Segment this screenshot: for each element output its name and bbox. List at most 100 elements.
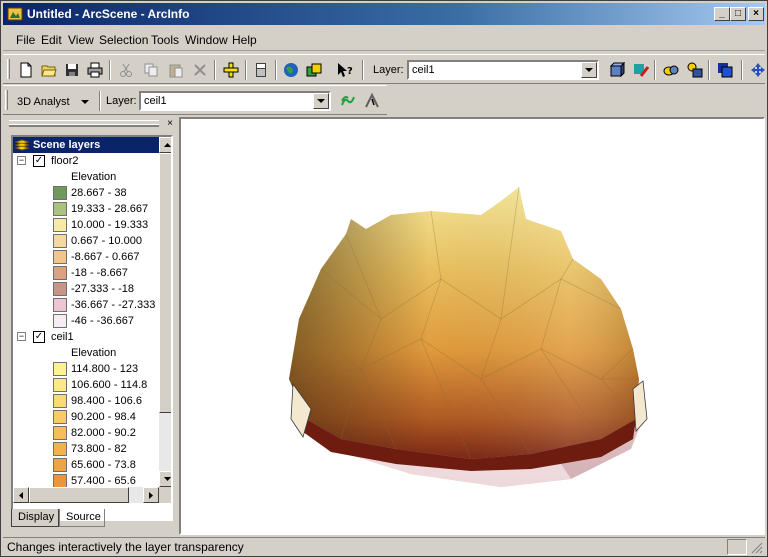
toc-horizontal-scrollbar[interactable] [13,487,159,503]
minimize-button[interactable]: _ [714,7,730,21]
toolbar-grip[interactable] [5,90,8,110]
legend-swatch[interactable] [53,426,67,440]
collapse-icon[interactable]: − [17,332,26,341]
analyst-layer-combobox[interactable]: ceil1 [139,91,331,111]
animation-button[interactable] [303,59,325,81]
legend-class-row[interactable]: 90.200 - 98.4 [13,409,159,425]
scroll-left-button[interactable] [13,487,29,503]
menu-help[interactable]: Help [232,33,257,47]
legend-swatch[interactable] [53,314,67,328]
title-bar[interactable]: Untitled - ArcScene - ArcInfo _ □ × [3,3,765,25]
scene-3d-view[interactable] [179,117,765,535]
layer-3d-properties-button[interactable] [606,59,628,81]
legend-swatch[interactable] [53,394,67,408]
save-button[interactable] [61,59,83,81]
open-button[interactable] [38,59,60,81]
scene-properties-button[interactable] [250,59,272,81]
panel-grip[interactable] [9,124,159,127]
layer-color-button[interactable] [630,59,652,81]
steepest-path-button[interactable] [361,90,383,112]
legend-swatch[interactable] [53,362,67,376]
paste-button[interactable] [165,59,187,81]
legend-swatch[interactable] [53,266,67,280]
legend-swatch[interactable] [53,458,67,472]
new-button[interactable] [15,59,37,81]
menu-tools[interactable]: Tools [151,33,179,47]
layer-name[interactable]: floor2 [51,155,79,167]
3d-analyst-menu-button[interactable]: 3D Analyst [11,92,95,112]
legend-class-row[interactable]: -36.667 - -27.333 [13,297,159,313]
scene-layers-root[interactable]: Scene layers [13,137,159,153]
resize-grip-icon[interactable] [751,542,763,554]
legend-swatch[interactable] [53,186,67,200]
tab-source[interactable]: Source [59,509,105,527]
legend-class-row[interactable]: -27.333 - -18 [13,281,159,297]
shading-button[interactable] [660,59,682,81]
cut-button[interactable] [115,59,137,81]
layer-row-floor2[interactable]: − ✓ floor2 [13,153,159,169]
copy-button[interactable] [140,59,162,81]
toc-vertical-scrollbar[interactable] [159,137,171,487]
legend-class-row[interactable]: 98.400 - 106.6 [13,393,159,409]
collapse-icon[interactable]: − [17,156,26,165]
add-data-button[interactable] [220,59,242,81]
legend-swatch[interactable] [53,282,67,296]
scroll-down-button[interactable] [159,471,171,487]
panel-close-button[interactable]: × [165,119,175,129]
scroll-thumb[interactable] [29,487,129,503]
close-button[interactable]: × [748,7,764,21]
legend-class-row[interactable]: 65.600 - 73.8 [13,457,159,473]
legend-swatch[interactable] [53,202,67,216]
legend-swatch[interactable] [53,474,67,488]
scroll-up-button[interactable] [159,137,171,153]
scroll-right-button[interactable] [143,487,159,503]
legend-class-row[interactable]: 0.667 - 10.000 [13,233,159,249]
legend-swatch[interactable] [53,378,67,392]
legend-class-row[interactable]: 82.000 - 90.2 [13,425,159,441]
navigate-button[interactable] [280,59,302,81]
legend-swatch[interactable] [53,442,67,456]
menu-selection[interactable]: Selection [99,33,148,47]
analyst-layer-label: Layer: [106,95,137,107]
legend-class-row[interactable]: -46 - -36.667 [13,313,159,329]
menu-file[interactable]: File [16,33,35,47]
legend-swatch[interactable] [53,410,67,424]
contour-button[interactable] [337,90,359,112]
chevron-up-icon [163,143,171,147]
layer-name[interactable]: ceil1 [51,331,74,343]
layer-transparency-button[interactable] [714,59,736,81]
legend-class-row[interactable]: 19.333 - 28.667 [13,201,159,217]
combobox-dropdown-button[interactable] [581,62,597,78]
scene-layers-tree: Scene layers − ✓ floor2 Elevation 28.667… [11,135,173,521]
delete-button[interactable] [189,59,211,81]
legend-class-row[interactable]: 28.667 - 38 [13,185,159,201]
legend-class-row[interactable]: 106.600 - 114.8 [13,377,159,393]
menu-edit[interactable]: Edit [41,33,62,47]
tab-display[interactable]: Display [11,509,59,527]
legend-swatch[interactable] [53,298,67,312]
arcscene-app-icon[interactable] [7,6,23,22]
menu-window[interactable]: Window [185,33,228,47]
legend-swatch[interactable] [53,234,67,248]
toolbar-grip[interactable] [7,59,10,79]
legend-swatch[interactable] [53,218,67,232]
layer-visibility-checkbox[interactable]: ✓ [33,155,45,167]
navigate-tool-button[interactable] [747,59,768,81]
legend-class-row[interactable]: -18 - -8.667 [13,265,159,281]
lighting-button[interactable] [684,59,706,81]
combobox-dropdown-button[interactable] [313,93,329,109]
legend-class-row[interactable]: 73.800 - 82 [13,441,159,457]
scroll-thumb[interactable] [159,153,171,413]
maximize-button[interactable]: □ [730,7,746,21]
legend-class-row[interactable]: 10.000 - 19.333 [13,217,159,233]
whats-this-button[interactable]: ? [334,59,356,81]
legend-swatch[interactable] [53,250,67,264]
menu-view[interactable]: View [68,33,94,47]
layer-combobox[interactable]: ceil1 [407,60,599,80]
print-button[interactable] [84,59,106,81]
layer-row-ceil1[interactable]: − ✓ ceil1 [13,329,159,345]
legend-class-row[interactable]: -8.667 - 0.667 [13,249,159,265]
layer-visibility-checkbox[interactable]: ✓ [33,331,45,343]
scene-surface-render[interactable] [181,119,763,533]
legend-class-row[interactable]: 114.800 - 123 [13,361,159,377]
